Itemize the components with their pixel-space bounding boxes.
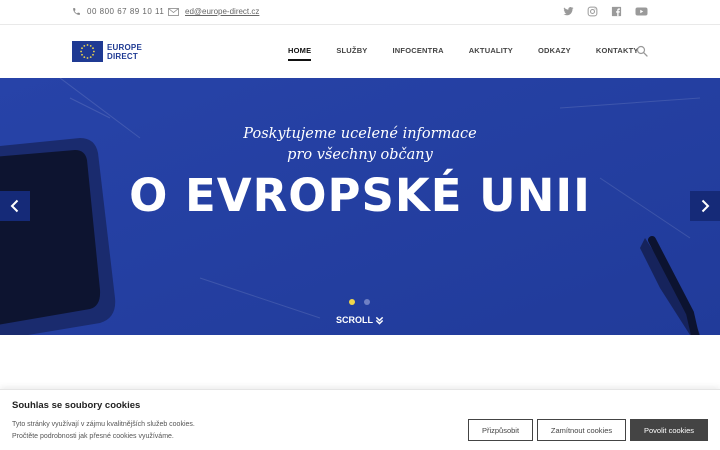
- main-nav: HOME SLUŽBY INFOCENTRA AKTUALITY ODKAZY …: [288, 46, 639, 61]
- social-links: [563, 6, 648, 17]
- slider-dots: [349, 299, 370, 305]
- scroll-down-link[interactable]: SCROLL: [0, 315, 720, 325]
- twitter-icon[interactable]: [563, 6, 574, 17]
- eu-stars: [80, 44, 95, 59]
- mail-icon: [168, 7, 179, 16]
- cookie-text-line2: Pročtěte podrobnosti jak přesné cookies …: [12, 433, 174, 440]
- nav-item-kontakty[interactable]: KONTAKTY: [596, 46, 639, 55]
- nav-item-sluzby[interactable]: SLUŽBY: [336, 46, 367, 55]
- chevron-right-icon: [701, 199, 710, 213]
- slider-prev-button[interactable]: [0, 191, 30, 221]
- slider-dot-2[interactable]: [364, 299, 370, 305]
- cookie-description: Tyto stránky využívají v zájmu kvalitněj…: [12, 419, 195, 443]
- cookie-text-line1: Tyto stránky využívají v zájmu kvalitněj…: [12, 421, 195, 428]
- nav-item-infocentra[interactable]: INFOCENTRA: [393, 46, 444, 55]
- email-link[interactable]: ed@europe-direct.cz: [185, 7, 259, 16]
- cookie-accept-button[interactable]: Povolit cookies: [630, 419, 708, 441]
- search-button[interactable]: [636, 44, 648, 62]
- scroll-label: SCROLL: [336, 315, 373, 325]
- email-contact[interactable]: ed@europe-direct.cz: [168, 7, 259, 16]
- main-header: EUROPE DIRECT HOME SLUŽBY INFOCENTRA AKT…: [0, 25, 720, 78]
- nav-item-home[interactable]: HOME: [288, 46, 312, 61]
- top-bar: 00 800 67 89 10 11 ed@europe-direct.cz: [0, 0, 720, 25]
- instagram-icon[interactable]: [587, 6, 598, 17]
- logo-line1: EUROPE: [107, 42, 142, 52]
- slider-dot-1[interactable]: [349, 299, 355, 305]
- youtube-icon[interactable]: [635, 6, 648, 17]
- hero-subtitle-line2: pro všechny občany: [287, 147, 433, 163]
- chevron-left-icon: [10, 199, 19, 213]
- hero-slider: Poskytujeme ucelené informace pro všechn…: [0, 78, 720, 335]
- slider-next-button[interactable]: [690, 191, 720, 221]
- double-chevron-down-icon: [375, 316, 384, 325]
- logo-line2: DIRECT: [107, 51, 138, 61]
- phone-number: 00 800 67 89 10 11: [87, 7, 165, 16]
- eu-flag-icon: [72, 41, 103, 62]
- nav-item-aktuality[interactable]: AKTUALITY: [469, 46, 513, 55]
- site-logo[interactable]: EUROPE DIRECT: [72, 41, 142, 62]
- hero-headline: O EVROPSKÉ UNII: [129, 169, 591, 222]
- facebook-icon[interactable]: [611, 6, 622, 17]
- nav-item-odkazy[interactable]: ODKAZY: [538, 46, 571, 55]
- logo-text: EUROPE DIRECT: [107, 43, 142, 61]
- phone-icon: [73, 8, 80, 15]
- cookie-consent-banner: Souhlas se soubory cookies Tyto stránky …: [0, 389, 720, 450]
- cookie-title: Souhlas se soubory cookies: [12, 400, 141, 411]
- cookie-customize-button[interactable]: Přizpůsobit: [468, 419, 533, 441]
- search-icon: [636, 45, 648, 57]
- cookie-reject-button[interactable]: Zamítnout cookies: [537, 419, 626, 441]
- hero-subtitle-line1: Poskytujeme ucelené informace: [243, 126, 477, 142]
- phone-contact[interactable]: 00 800 67 89 10 11: [72, 7, 164, 16]
